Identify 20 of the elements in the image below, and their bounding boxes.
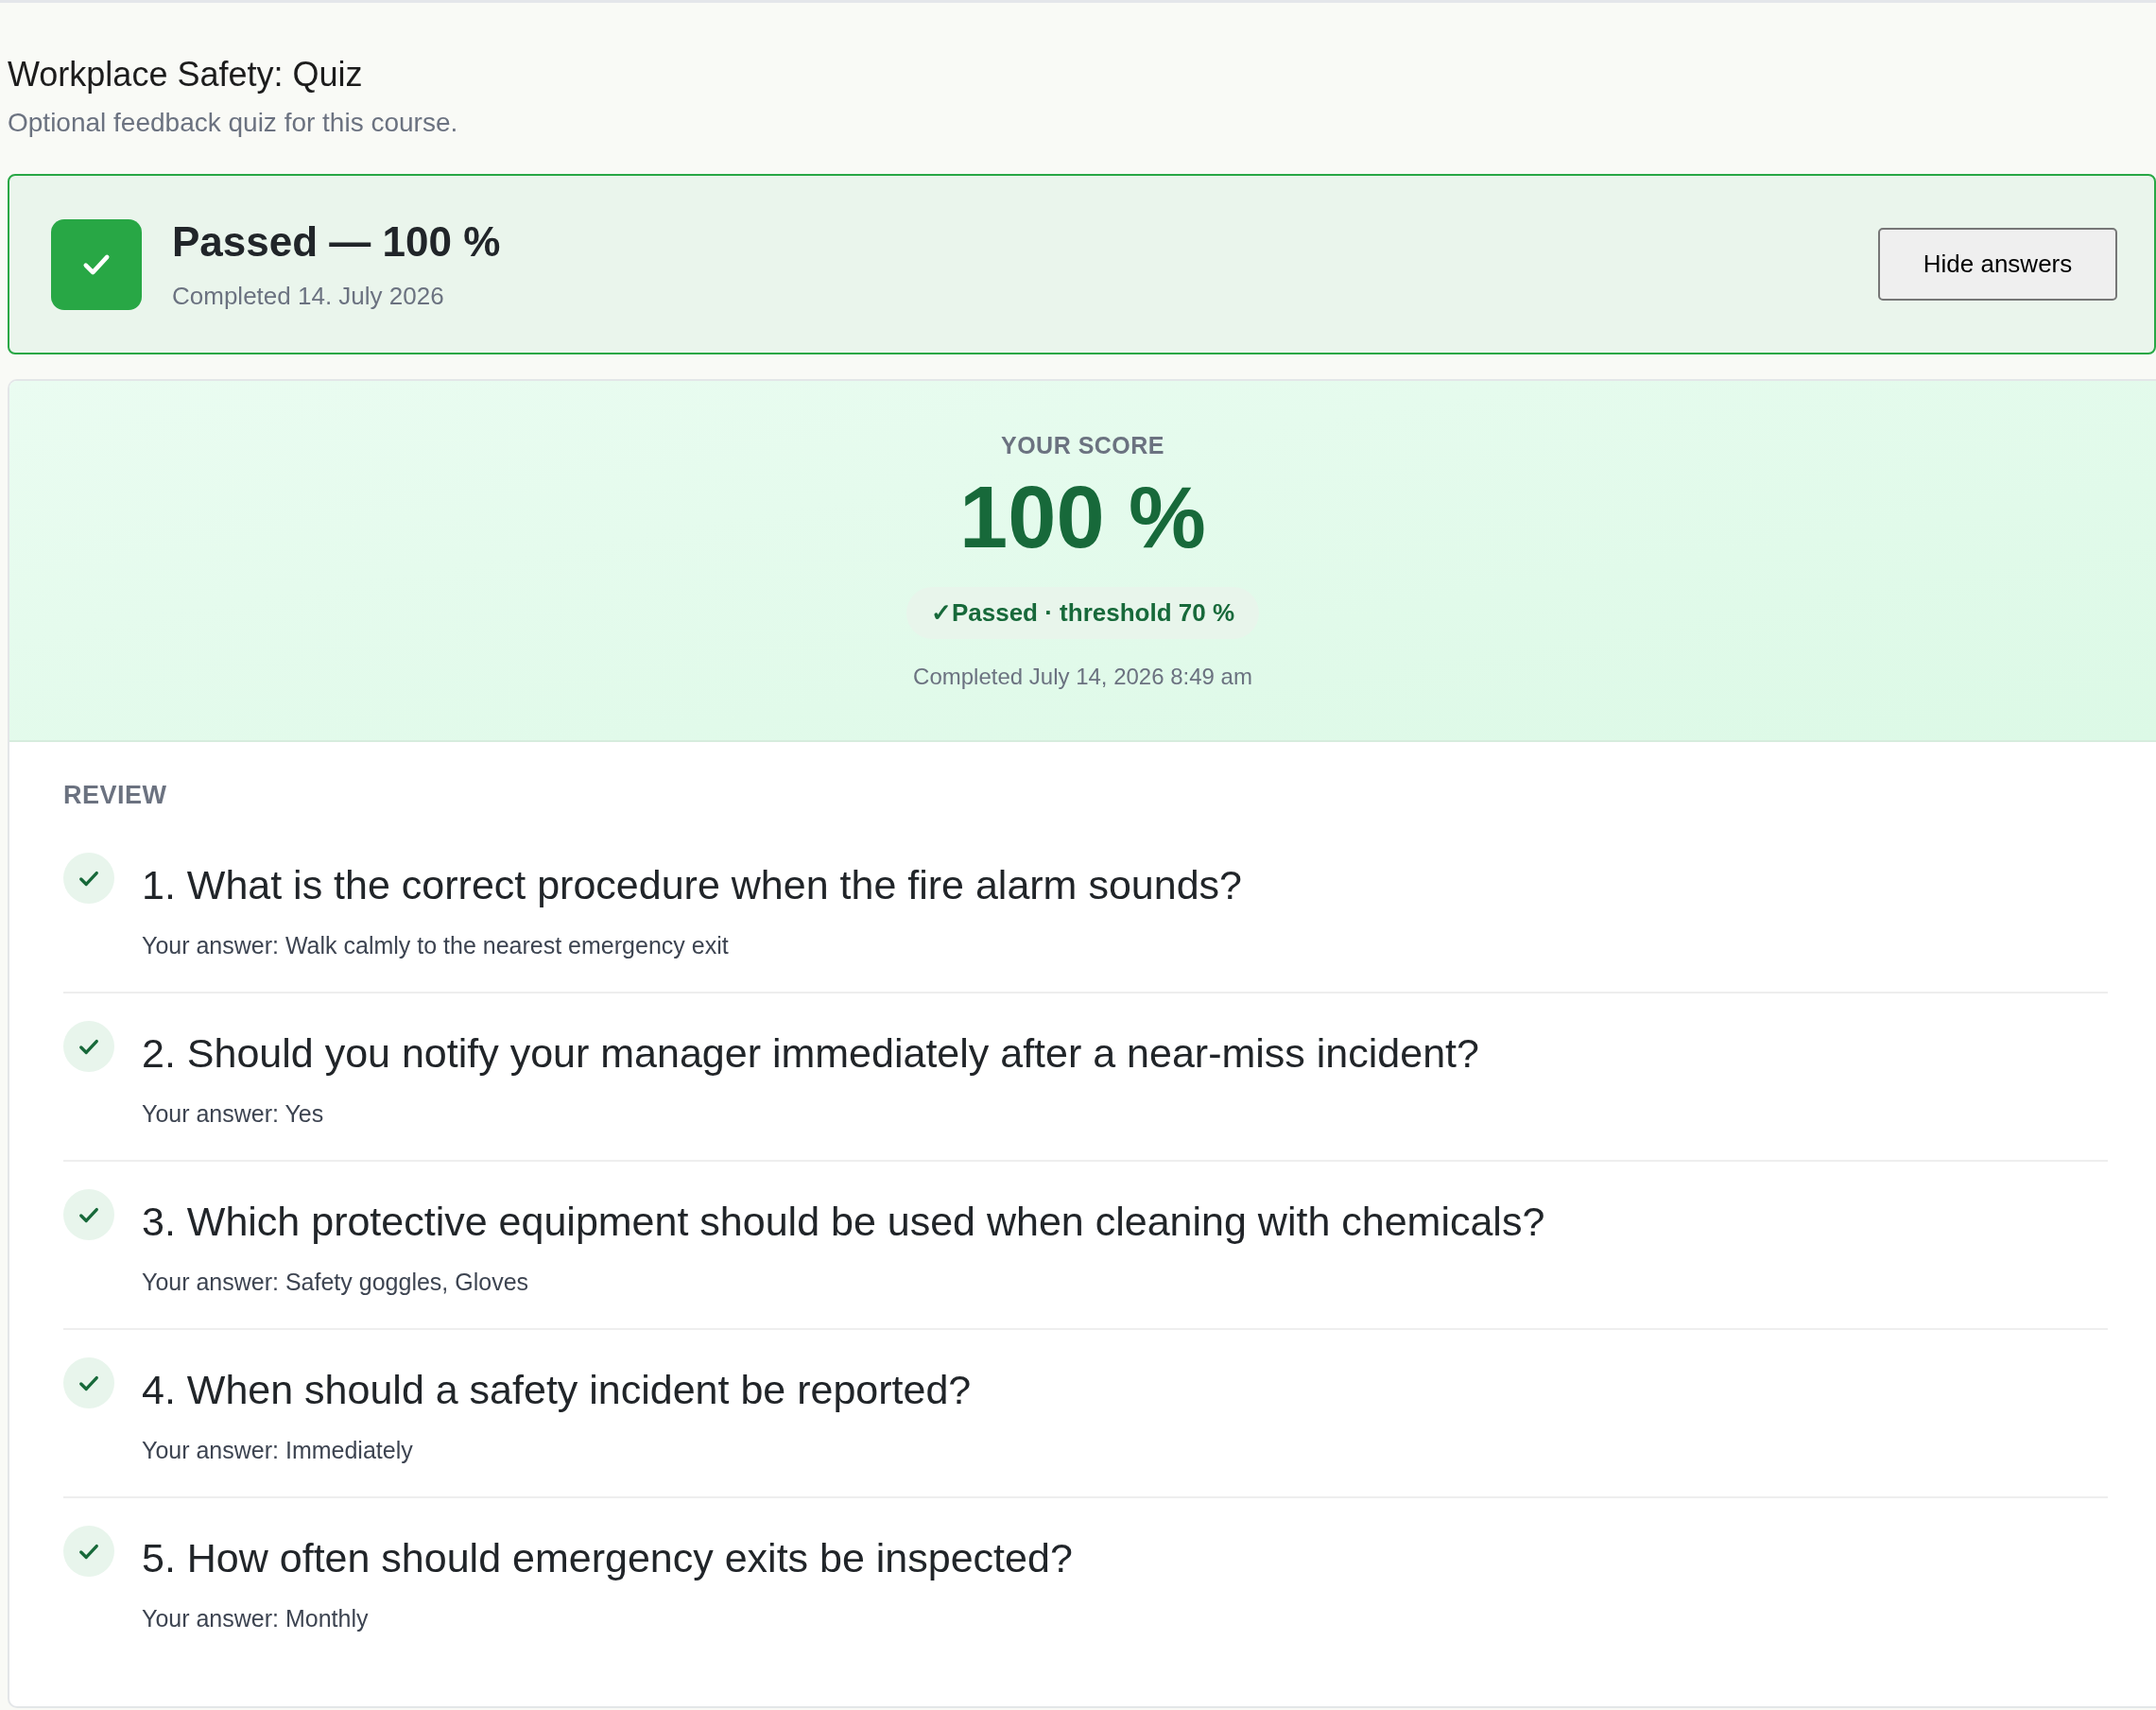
question-text: 5. How often should emergency exits be inspected? (142, 1534, 1073, 1582)
page-title: Workplace Safety: Quiz (8, 54, 364, 95)
answer-text: Your answer: Walk calmly to the nearest emergency exit (142, 931, 730, 960)
answer-text: Your answer: Immediately (142, 1436, 414, 1465)
answer-text: Your answer: Monthly (142, 1604, 370, 1633)
question-text: 3. Which protective equipment should be used when cleaning with chemicals? (142, 1198, 1545, 1246)
answer-text: Your answer: Yes (142, 1099, 325, 1129)
page-subtitle: Optional feedback quiz for this course. (8, 107, 459, 139)
completed-timestamp: Completed July 14, 2026 8:49 am (913, 663, 1252, 691)
answer-text: Your answer: Safety goggles, Gloves (142, 1268, 530, 1297)
question-text: 1. What is the correct procedure when the fire alarm sounds? (142, 861, 1242, 909)
question-text: 4. When should a safety incident be reported? (142, 1366, 972, 1414)
review-heading: REVIEW (63, 780, 168, 810)
score-value: 100 % (959, 468, 1206, 567)
result-title: Passed — 100 % (172, 216, 501, 267)
status-badge: ✓Passed · threshold 70 % (906, 587, 1260, 639)
completed-date: Completed 14. July 2026 (172, 280, 445, 312)
score-label: YOUR SCORE (1000, 431, 1165, 459)
question-text: 2. Should you notify your manager immediately after a near-miss incident? (142, 1029, 1479, 1078)
hide-answers-button[interactable]: Hide answers (1878, 228, 2117, 301)
